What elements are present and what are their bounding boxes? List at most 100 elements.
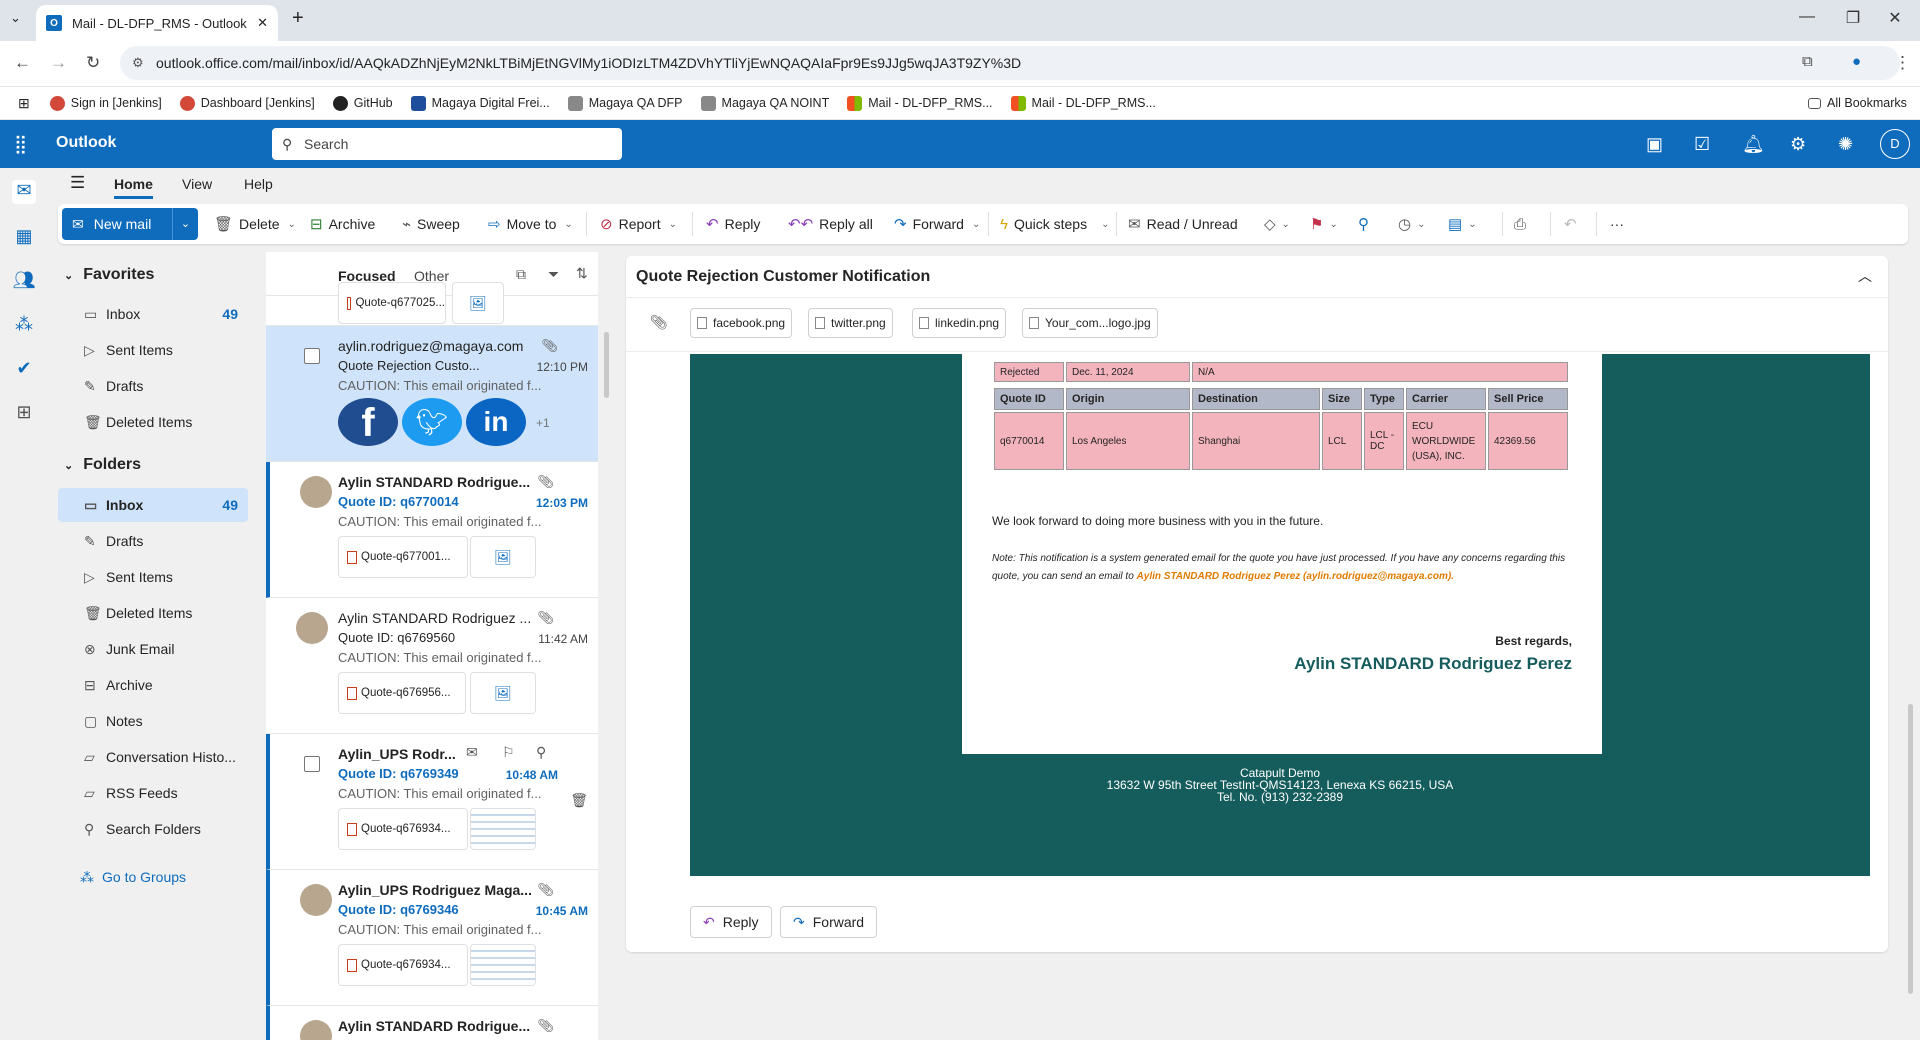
attachment[interactable]: twitter.png [808, 308, 893, 338]
undo-button[interactable]: ↶ [1564, 204, 1583, 244]
pin-button[interactable]: ⚲ [1358, 204, 1375, 244]
favorite-drafts[interactable]: ✎ Drafts [58, 369, 248, 403]
list-item[interactable]: Quote-q677025... 🖼︎ [266, 282, 598, 326]
reload-icon[interactable]: ↻ [86, 53, 100, 73]
tab-list-chevron-icon[interactable]: ⌄ [10, 10, 21, 26]
lightbulb-icon[interactable]: ✺ [1838, 134, 1853, 155]
profile-icon[interactable]: ● [1852, 53, 1861, 70]
bookmark[interactable]: Sign in [Jenkins] [49, 95, 162, 111]
select-checkbox[interactable] [304, 348, 320, 364]
groups-icon[interactable]: ⁂ [12, 314, 36, 338]
people-icon[interactable]: 👥︎ [12, 270, 36, 294]
more-apps-icon[interactable]: ⊞ [12, 402, 36, 426]
chevron-down-icon[interactable]: ⌄ [288, 219, 296, 230]
report-button[interactable]: ⊘ Report ⌄ [600, 204, 677, 244]
filter-icon[interactable]: ⏷ [548, 266, 559, 283]
chevron-down-icon[interactable]: ⌄ [564, 219, 572, 230]
folder-junk-email[interactable]: ⊗ Junk Email [58, 632, 248, 666]
folder-drafts[interactable]: ✎ Drafts [58, 524, 248, 558]
envelope-icon[interactable]: ✉ [466, 744, 478, 761]
list-item[interactable]: aylin.rodriguez@magaya.com 📎︎ Quote Reje… [266, 326, 598, 462]
chevron-down-icon[interactable]: ⌄ [172, 208, 198, 240]
list-item[interactable]: Aylin STANDARD Rodrigue... 📎︎ Quote ID: … [266, 462, 598, 598]
delete-button[interactable]: 🗑︎ Delete ⌄ [214, 204, 296, 244]
favorite-sent-items[interactable]: ▷ Sent Items [58, 333, 248, 367]
gear-icon[interactable]: ⚙ [1790, 134, 1806, 155]
folders-header[interactable]: ⌄ Folders [64, 456, 141, 474]
reply-button[interactable]: ↶ Reply [690, 906, 772, 938]
reply-button[interactable]: ↶ Reply [706, 204, 760, 244]
select-checkbox[interactable] [304, 756, 320, 772]
bookmark[interactable]: Dashboard [Jenkins] [179, 95, 315, 111]
browser-menu-icon[interactable]: ⋮ [1894, 53, 1911, 73]
pin-icon[interactable]: ⚲ [536, 744, 546, 761]
facebook-logo[interactable]: f [338, 398, 398, 446]
rules-button[interactable]: ▤ ⌄ [1448, 204, 1477, 244]
mail-icon[interactable]: ✉ [12, 180, 36, 204]
forward-button[interactable]: ↷ Forward ⌄ [894, 204, 980, 244]
extensions-icon[interactable]: ⧉ [1802, 53, 1813, 70]
go-to-groups-link[interactable]: ⁂ Go to Groups [58, 860, 248, 894]
image-thumbnail[interactable]: 🖼︎ [452, 282, 504, 324]
snooze-button[interactable]: ◷ ⌄ [1398, 204, 1425, 244]
my-day-icon[interactable]: ☑ [1694, 134, 1710, 155]
more-attachments-count[interactable]: +1 [536, 416, 550, 430]
restore-button[interactable]: ❐ [1838, 8, 1868, 28]
back-icon[interactable]: ← [14, 53, 31, 73]
bookmark[interactable]: Magaya Digital Frei... [410, 95, 550, 111]
flag-button[interactable]: ⚑ ⌄ [1310, 204, 1338, 244]
bookmark[interactable]: GitHub [332, 95, 393, 111]
reading-pane-scrollbar[interactable] [1908, 704, 1913, 994]
tab-help[interactable]: Help [244, 176, 273, 192]
tab-home[interactable]: Home [114, 176, 153, 199]
calendar-icon[interactable]: ▦ [12, 226, 36, 250]
archive-button[interactable]: ⊟ Archive [310, 204, 375, 244]
linkedin-logo[interactable]: in [466, 398, 526, 446]
hamburger-icon[interactable]: ☰ [70, 173, 85, 193]
chevron-down-icon[interactable]: ⌄ [972, 219, 980, 230]
collapse-icon[interactable]: ︿ [1858, 266, 1872, 286]
browser-tab[interactable]: O Mail - DL-DFP_RMS - Outlook ✕ [36, 5, 278, 41]
chevron-down-icon[interactable]: ⌄ [669, 219, 677, 230]
attachment[interactable]: linkedin.png [912, 308, 1007, 338]
list-item[interactable]: Aylin_UPS Rodriguez Maga... 📎︎ Quote ID:… [266, 870, 598, 1006]
attachment-preview[interactable]: Quote-q676934... [338, 944, 468, 986]
new-mail-button[interactable]: ✉ New mail ⌄ [62, 208, 198, 240]
print-button[interactable]: ⎙ [1514, 204, 1532, 244]
bookmark[interactable]: Mail - DL-DFP_RMS... [1010, 95, 1156, 111]
image-thumbnail[interactable]: 🖼︎ [470, 536, 536, 578]
attachment-preview[interactable]: Quote-q676934... [338, 808, 468, 850]
chevron-down-icon[interactable]: ⌄ [1101, 219, 1109, 230]
folder-search-folders[interactable]: ⚲ Search Folders [58, 812, 248, 846]
favorites-header[interactable]: ⌄ Favorites [64, 266, 154, 284]
attachment-preview[interactable]: Quote-q677025... [338, 282, 446, 324]
list-item[interactable]: Aylin_UPS Rodr... ✉ ⚐ ⚲ Quote ID: q67693… [266, 734, 598, 870]
sweep-button[interactable]: ⌁ Sweep [402, 204, 460, 244]
search-input[interactable]: ⚲ Search [272, 128, 622, 160]
note-contact[interactable]: Aylin STANDARD Rodriguez Perez (aylin.ro… [1137, 571, 1454, 582]
favorite-deleted-items[interactable]: 🗑︎ Deleted Items [58, 405, 248, 439]
folder-notes[interactable]: ▢ Notes [58, 704, 248, 738]
favorite-inbox[interactable]: ▭ Inbox 49 [58, 297, 248, 331]
image-thumbnail[interactable]: 🖼︎ [470, 672, 536, 714]
reply-all-button[interactable]: ↶↶ Reply all [788, 204, 873, 244]
close-window-button[interactable]: ✕ [1880, 8, 1910, 28]
app-launcher-icon[interactable]: ⣿ [14, 134, 27, 155]
document-thumbnail[interactable] [470, 808, 536, 850]
folder-sent-items[interactable]: ▷ Sent Items [58, 560, 248, 594]
more-options-button[interactable]: ··· [1610, 204, 1624, 244]
tab-view[interactable]: View [182, 176, 212, 192]
delete-icon[interactable]: 🗑︎ [570, 792, 588, 809]
select-icon[interactable]: ⧉ [516, 266, 526, 283]
message-list-scrollbar[interactable] [604, 332, 609, 398]
list-item[interactable]: Aylin STANDARD Rodriguez ... 📎︎ Quote ID… [266, 598, 598, 734]
flag-icon[interactable]: ⚐ [502, 744, 515, 761]
bookmark[interactable]: Mail - DL-DFP_RMS... [847, 95, 993, 111]
bookmark[interactable]: Magaya QA DFP [567, 95, 683, 111]
attachment-preview[interactable]: Quote-q676956... [338, 672, 466, 714]
minimize-button[interactable]: — [1792, 8, 1822, 26]
site-info-icon[interactable]: ⚙ [132, 46, 144, 80]
attachment-preview[interactable]: Quote-q677001... [338, 536, 468, 578]
apps-grid-icon[interactable]: ⊞ [18, 95, 30, 112]
teams-icon[interactable]: ▣ [1646, 134, 1663, 155]
